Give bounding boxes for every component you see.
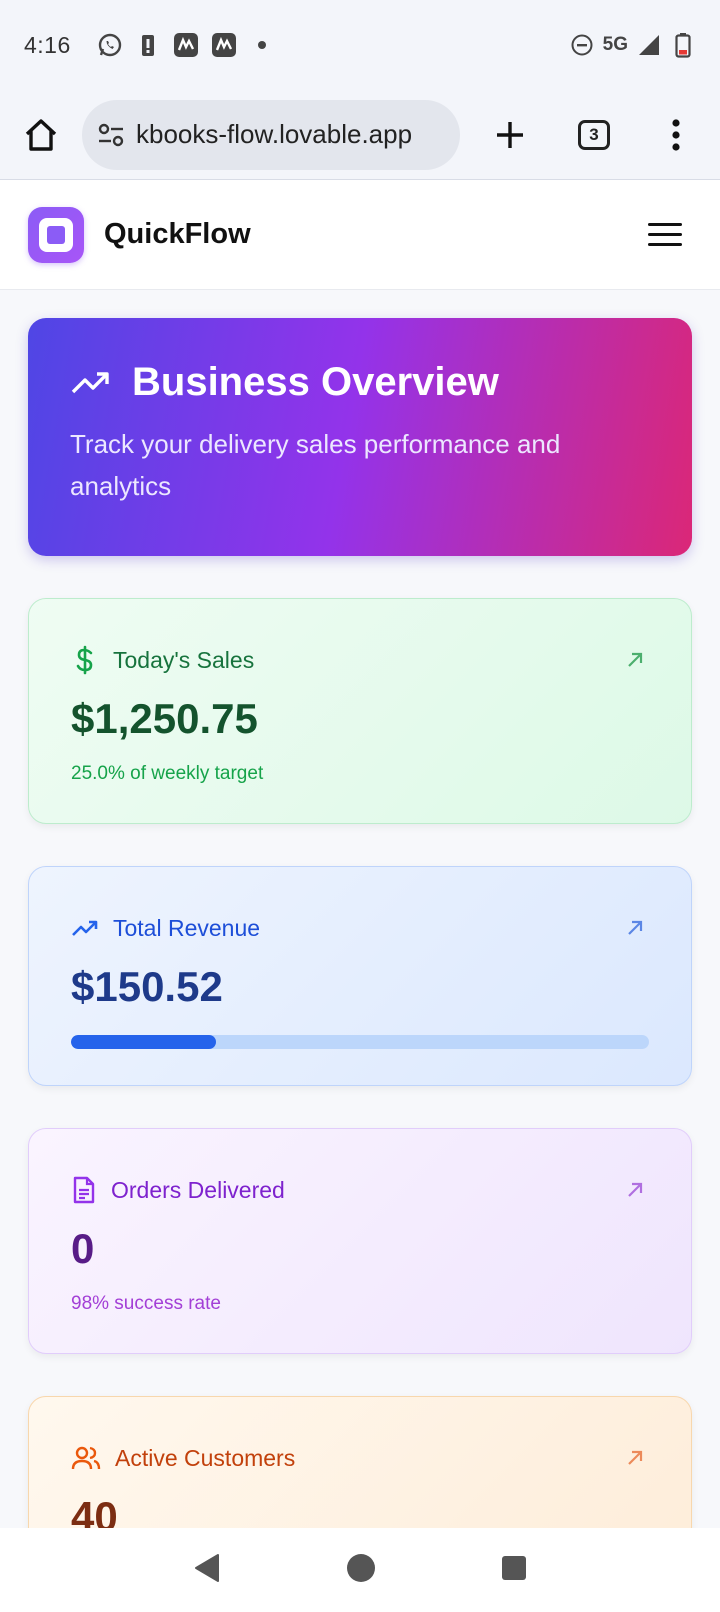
browser-toolbar: kbooks-flow.lovable.app 3 [0,90,720,180]
notification-icons [97,32,275,58]
hamburger-menu-button[interactable] [648,223,682,246]
site-settings-icon[interactable] [96,120,126,150]
home-icon [25,118,57,151]
status-time: 4:16 [24,31,71,58]
do-not-disturb-icon [569,32,595,58]
users-icon [71,1446,101,1470]
system-nav-bar [0,1528,720,1612]
dollar-icon [76,645,93,675]
card-label: Active Customers [115,1444,296,1471]
back-triangle-icon [194,1553,219,1582]
battery-icon [670,32,696,58]
battery-alert-icon [135,32,161,58]
tab-count: 3 [578,119,610,150]
card-label: Today's Sales [113,646,255,673]
system-icons: 5G [569,32,696,58]
more-vert-icon [672,118,680,151]
menu-icon [648,223,682,226]
app-notification-icon [211,32,237,58]
card-label: Orders Delivered [111,1176,285,1203]
network-type: 5G [602,34,628,55]
signal-icon [636,32,662,58]
trending-up-icon [72,920,98,936]
page-title: Business Overview [132,360,499,404]
arrow-up-right-icon [628,652,643,667]
total-revenue-card[interactable]: Total Revenue $150.52 [28,866,692,1086]
revenue-progress-bar [71,1035,649,1049]
page-subtitle: Track your delivery sales performance an… [70,429,561,501]
app-notification-icon [173,32,199,58]
business-overview-banner: Business Overview Track your delivery sa… [28,318,692,556]
trending-up-icon [71,371,109,393]
status-bar: 4:16 5G [0,0,720,90]
address-bar[interactable]: kbooks-flow.lovable.app [82,99,460,170]
home-circle-icon [346,1553,375,1582]
arrow-up-right-icon [628,920,643,935]
home-button[interactable] [20,114,62,156]
card-value: $1,250.75 [71,695,258,742]
plus-icon [497,121,523,148]
card-label: Total Revenue [113,914,261,941]
back-button[interactable] [192,1552,222,1589]
revenue-progress-fill [71,1035,216,1049]
document-icon [73,1176,95,1204]
brand-name[interactable]: QuickFlow [104,218,251,251]
url-text: kbooks-flow.lovable.app [136,119,413,149]
card-note: 98% success rate [71,1293,221,1314]
new-tab-button[interactable] [494,119,526,151]
card-value: $150.52 [71,963,223,1010]
home-nav-button[interactable] [345,1552,377,1589]
dot-icon [249,32,275,58]
app-header: QuickFlow [0,180,720,290]
tab-switcher-button[interactable]: 3 [578,119,610,150]
arrow-up-right-icon [628,1450,643,1465]
card-note: 25.0% of weekly target [71,763,264,784]
arrow-up-right-icon [628,1182,643,1197]
app-logo[interactable] [28,206,84,263]
recents-square-icon [502,1555,527,1580]
todays-sales-card[interactable]: Today's Sales $1,250.75 25.0% of weekly … [28,598,692,824]
logo-icon [39,217,73,252]
recents-button[interactable] [500,1554,528,1587]
browser-menu-button[interactable] [670,118,682,152]
card-value: 0 [71,1225,95,1272]
orders-delivered-card[interactable]: Orders Delivered 0 98% success rate [28,1128,692,1354]
whatsapp-icon [97,32,123,58]
